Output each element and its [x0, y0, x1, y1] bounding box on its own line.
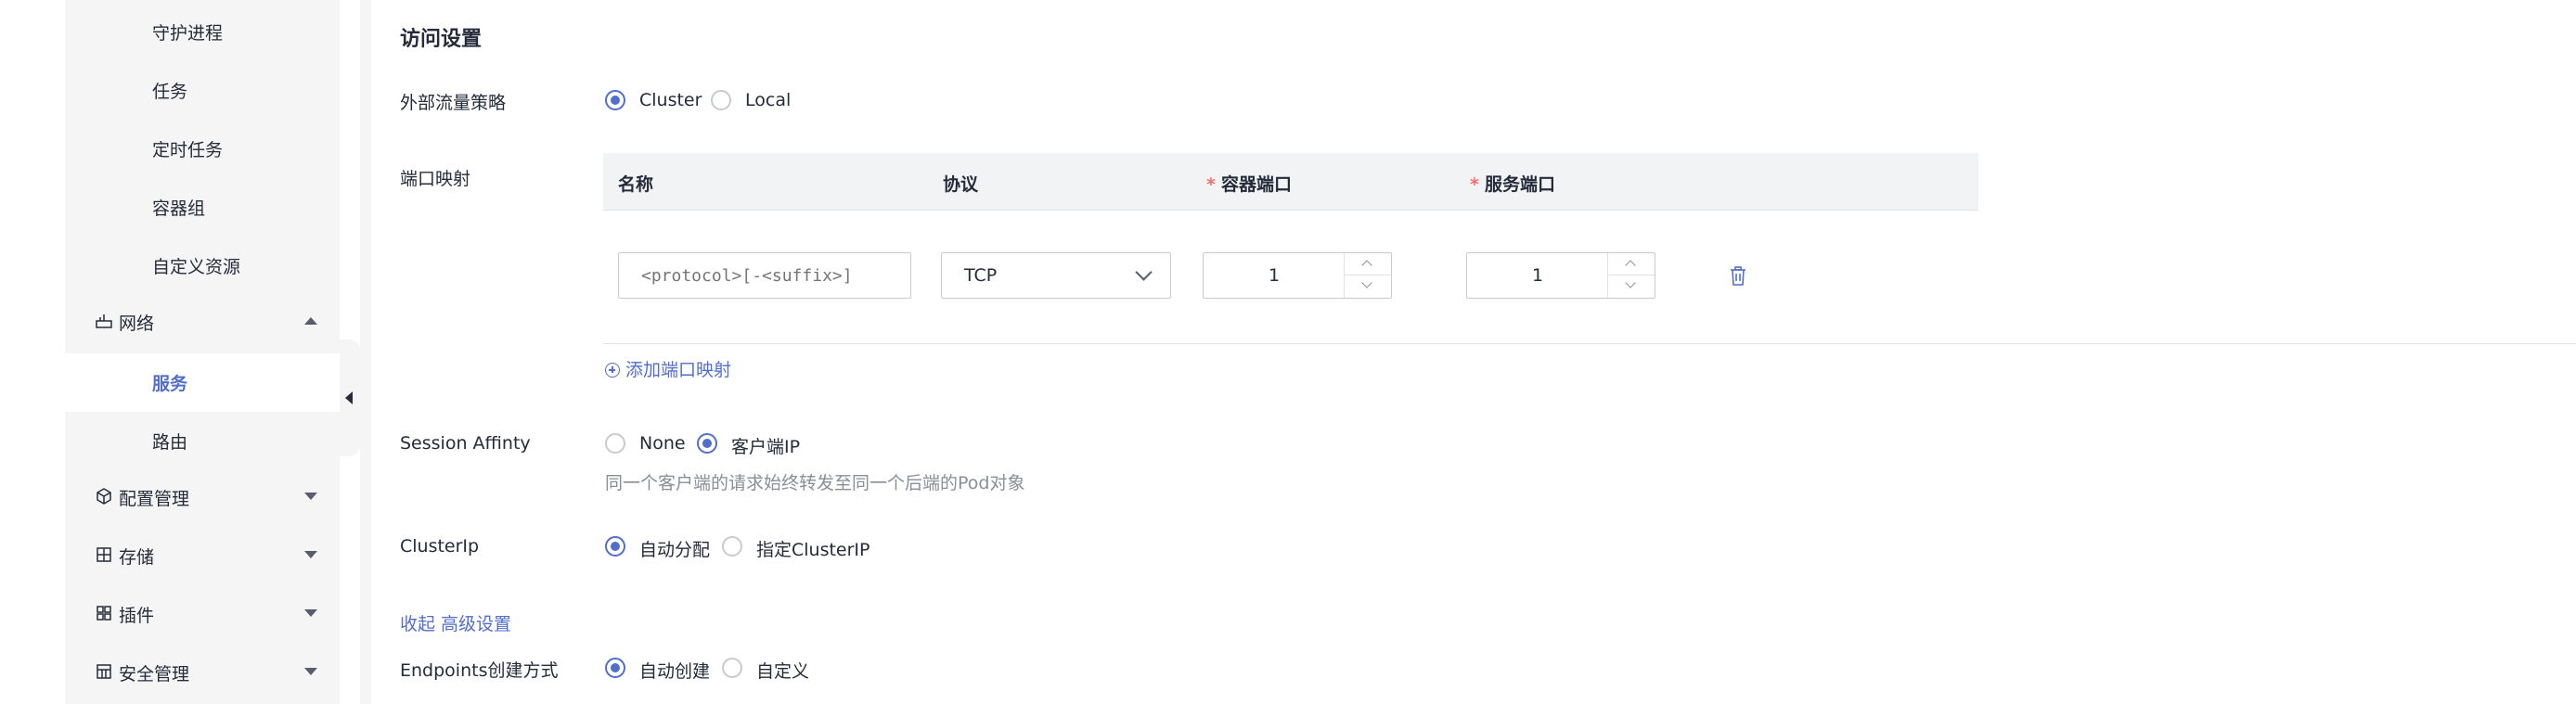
column-container-port-label: 容器端口 — [1220, 174, 1292, 195]
stepper-buttons — [1607, 253, 1655, 298]
stepper-buttons — [1344, 253, 1391, 298]
trash-icon[interactable] — [1728, 265, 1748, 288]
port-table-header: 名称 协议 * 容器端口 * 服务端口 — [603, 153, 1978, 211]
column-protocol: 协议 — [943, 174, 979, 195]
traffic-policy-local-label[interactable]: Local — [745, 90, 791, 110]
column-name: 名称 — [618, 174, 654, 195]
sidebar-group-security[interactable]: 安全管理 — [95, 657, 317, 694]
required-mark: * — [1206, 174, 1216, 195]
endpoints-custom-label[interactable]: 自定义 — [756, 658, 809, 683]
column-service-port: * 服务端口 — [1470, 171, 1555, 196]
cluster-ip-label: ClusterIp — [400, 536, 480, 557]
increment-button[interactable] — [1608, 253, 1655, 275]
security-icon — [97, 664, 111, 679]
sidebar: 守护进程 任务 定时任务 容器组 自定义资源 网络 服务 路由 配置管理 存储 — [65, 0, 340, 704]
storage-icon — [97, 547, 111, 562]
chevron-down-icon — [304, 551, 317, 558]
endpoints-auto-label[interactable]: 自动创建 — [639, 658, 710, 683]
protocol-select-value: TCP — [964, 265, 998, 286]
cluster-ip-auto-radio[interactable] — [605, 536, 625, 557]
session-affinity-none-radio[interactable] — [605, 433, 625, 454]
column-service-port-label: 服务端口 — [1484, 174, 1555, 195]
endpoints-label: Endpoints创建方式 — [400, 660, 559, 681]
sidebar-item-service[interactable]: 服务 — [152, 370, 187, 395]
plugin-icon — [97, 606, 111, 621]
session-affinity-clientip-radio[interactable] — [697, 433, 717, 454]
active-item-highlight — [65, 353, 340, 412]
service-port-value[interactable]: 1 — [1467, 265, 1608, 286]
sidebar-group-label: 安全管理 — [119, 664, 190, 685]
traffic-policy-cluster-label[interactable]: Cluster — [639, 90, 702, 110]
session-affinity-clientip-label[interactable]: 客户端IP — [731, 433, 800, 458]
sidebar-group-label: 网络 — [119, 314, 155, 334]
container-port-stepper[interactable]: 1 — [1203, 252, 1392, 299]
caret-left-icon — [345, 391, 353, 404]
sidebar-item-custom-resource[interactable]: 自定义资源 — [152, 253, 240, 278]
section-title: 访问设置 — [400, 28, 483, 51]
traffic-policy-local-radio[interactable] — [711, 90, 731, 110]
session-affinity-label: Session Affinty — [400, 433, 531, 454]
required-mark: * — [1470, 174, 1479, 195]
sidebar-collapse-handle[interactable] — [340, 339, 360, 456]
column-container-port: * 容器端口 — [1206, 171, 1292, 196]
chevron-down-icon — [304, 609, 317, 617]
endpoints-auto-radio[interactable] — [605, 658, 625, 678]
session-affinity-none-label[interactable]: None — [639, 433, 686, 454]
plus-circle-icon — [605, 363, 620, 378]
container-port-value[interactable]: 1 — [1204, 265, 1345, 286]
port-mapping-label: 端口映射 — [400, 169, 471, 189]
endpoints-custom-radio[interactable] — [722, 658, 742, 678]
port-name-input[interactable] — [618, 252, 911, 299]
sidebar-group-label: 存储 — [119, 547, 155, 568]
add-port-mapping-link[interactable]: 添加端口映射 — [605, 356, 731, 381]
content-gutter — [360, 0, 371, 704]
decrement-button[interactable] — [1345, 275, 1391, 298]
sidebar-group-network[interactable]: 网络 — [95, 306, 317, 343]
decrement-button[interactable] — [1608, 275, 1655, 298]
sidebar-item-daemonset[interactable]: 守护进程 — [152, 19, 223, 45]
chevron-down-icon — [304, 493, 317, 500]
cluster-ip-specify-label[interactable]: 指定ClusterIP — [756, 536, 870, 561]
collapse-advanced-settings-link[interactable]: 收起 高级设置 — [400, 610, 511, 635]
add-port-mapping-label: 添加端口映射 — [625, 360, 732, 380]
increment-button[interactable] — [1345, 253, 1391, 275]
chevron-down-icon — [1135, 263, 1153, 281]
service-port-stepper[interactable]: 1 — [1466, 252, 1655, 299]
session-affinity-hint: 同一个客户端的请求始终转发至同一个后端的Pod对象 — [605, 473, 1025, 493]
network-icon — [96, 314, 112, 328]
traffic-policy-cluster-radio[interactable] — [605, 90, 625, 110]
sidebar-item-job[interactable]: 任务 — [152, 78, 187, 103]
chevron-down-icon — [304, 668, 317, 675]
cube-icon — [97, 488, 111, 505]
sidebar-item-pod[interactable]: 容器组 — [152, 195, 205, 220]
sidebar-group-label: 配置管理 — [119, 489, 190, 509]
sidebar-group-plugin[interactable]: 插件 — [95, 598, 317, 635]
sidebar-group-config[interactable]: 配置管理 — [95, 481, 317, 518]
row-divider — [603, 343, 2576, 344]
protocol-select[interactable]: TCP — [941, 252, 1171, 299]
cluster-ip-specify-radio[interactable] — [722, 536, 742, 557]
cluster-ip-auto-label[interactable]: 自动分配 — [639, 536, 710, 561]
sidebar-group-label: 插件 — [119, 606, 155, 626]
traffic-policy-label: 外部流量策略 — [400, 93, 507, 113]
sidebar-item-ingress[interactable]: 路由 — [152, 429, 187, 454]
sidebar-group-storage[interactable]: 存储 — [95, 540, 317, 577]
chevron-up-icon — [304, 317, 317, 325]
sidebar-item-cronjob[interactable]: 定时任务 — [152, 136, 223, 161]
